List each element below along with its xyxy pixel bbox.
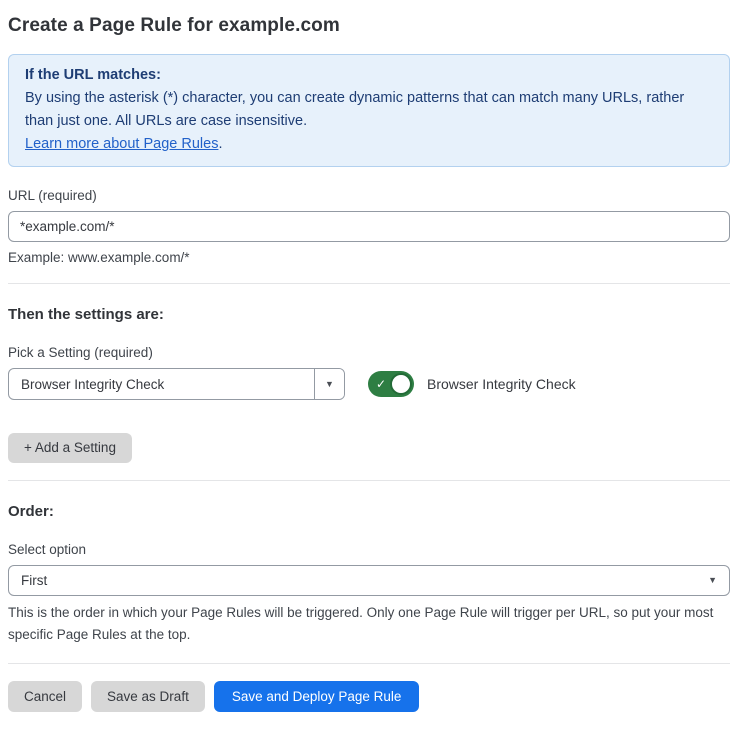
- url-field-help: Example: www.example.com/*: [8, 249, 730, 266]
- info-box-link-line: Learn more about Page Rules.: [25, 133, 713, 156]
- link-suffix: .: [218, 136, 222, 152]
- toggle-label: Browser Integrity Check: [427, 376, 576, 392]
- cancel-button[interactable]: Cancel: [8, 681, 82, 712]
- order-select-label: Select option: [8, 541, 730, 558]
- toggle-knob: [390, 373, 412, 395]
- setting-dropdown-value: Browser Integrity Check: [9, 369, 314, 399]
- learn-more-link[interactable]: Learn more about Page Rules: [25, 136, 218, 152]
- setting-dropdown[interactable]: Browser Integrity Check ▼: [8, 368, 345, 400]
- chevron-down-icon: ▼: [325, 380, 334, 389]
- page-title: Create a Page Rule for example.com: [8, 14, 730, 37]
- divider: [8, 663, 730, 664]
- divider: [8, 283, 730, 284]
- setting-dropdown-button[interactable]: ▼: [314, 369, 344, 399]
- save-and-deploy-button[interactable]: Save and Deploy Page Rule: [214, 681, 420, 712]
- chevron-down-icon: ▼: [708, 576, 717, 585]
- url-match-info-box: If the URL matches: By using the asteris…: [8, 54, 730, 167]
- divider: [8, 480, 730, 481]
- check-icon: ✓: [376, 378, 386, 390]
- order-help-text: This is the order in which your Page Rul…: [8, 602, 730, 646]
- create-page-rule-form: Create a Page Rule for example.com If th…: [0, 14, 750, 712]
- pick-setting-label: Pick a Setting (required): [8, 344, 730, 361]
- url-field-label: URL (required): [8, 187, 730, 204]
- info-box-body: By using the asterisk (*) character, you…: [25, 87, 713, 133]
- order-select-value: First: [21, 573, 47, 588]
- info-box-heading: If the URL matches:: [25, 64, 713, 87]
- browser-integrity-toggle[interactable]: ✓: [368, 371, 414, 397]
- add-setting-button[interactable]: + Add a Setting: [8, 433, 132, 463]
- url-input[interactable]: [8, 211, 730, 242]
- order-select[interactable]: First ▼: [8, 565, 730, 596]
- setting-row: Browser Integrity Check ▼ ✓ Browser Inte…: [8, 368, 730, 400]
- order-section-heading: Order:: [8, 502, 730, 521]
- settings-section-heading: Then the settings are:: [8, 305, 730, 324]
- footer-actions: Cancel Save as Draft Save and Deploy Pag…: [8, 681, 730, 712]
- save-as-draft-button[interactable]: Save as Draft: [91, 681, 205, 712]
